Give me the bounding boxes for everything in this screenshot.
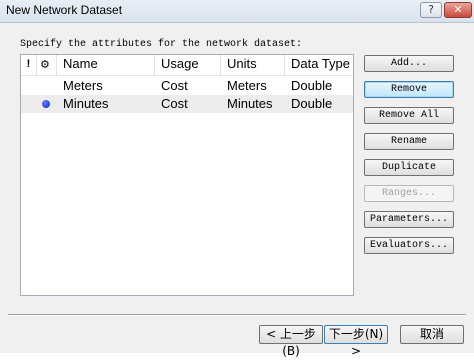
back-button[interactable]: < 上一步(B)	[259, 325, 323, 358]
next-button[interactable]: 下一步(N) >	[324, 325, 388, 358]
data-type-column-header[interactable]: Data Type	[285, 55, 353, 75]
evaluators-button[interactable]: Evaluators...	[364, 237, 454, 254]
warning-icon: !	[26, 58, 31, 70]
warning-column-header[interactable]: !	[21, 55, 37, 75]
attribute-data-type: Double	[291, 78, 333, 93]
table-row[interactable]: Meters Cost Meters Double	[21, 77, 353, 95]
attributes-list[interactable]: ! ⚙ Name Usage Units Data Type Meters Co…	[20, 54, 354, 296]
list-header: ! ⚙ Name Usage Units Data Type	[21, 55, 353, 76]
footer-separator	[8, 314, 466, 316]
parameters-button[interactable]: Parameters...	[364, 211, 454, 228]
new-network-dataset-dialog: New Network Dataset ? ✕ Specify the attr…	[0, 0, 474, 358]
gear-icon: ⚙	[40, 58, 50, 71]
title-bar: New Network Dataset ? ✕	[0, 0, 474, 23]
default-column-header[interactable]: ⚙	[37, 55, 57, 75]
default-attribute-icon	[42, 100, 50, 108]
attribute-data-type: Double	[291, 96, 333, 111]
remove-button[interactable]: Remove	[364, 81, 454, 98]
close-button[interactable]: ✕	[444, 2, 472, 18]
attribute-units: Meters	[227, 78, 267, 93]
ranges-button[interactable]: Ranges...	[364, 185, 454, 202]
units-column-header[interactable]: Units	[221, 55, 285, 75]
instruction-label: Specify the attributes for the network d…	[20, 39, 303, 50]
attribute-units: Minutes	[227, 96, 273, 111]
attribute-usage: Cost	[161, 96, 188, 111]
rename-button[interactable]: Rename	[364, 133, 454, 150]
add-button[interactable]: Add...	[364, 55, 454, 72]
attribute-name: Meters	[63, 78, 103, 93]
remove-all-button[interactable]: Remove All	[364, 107, 454, 124]
name-column-header[interactable]: Name	[57, 55, 155, 75]
table-row[interactable]: Minutes Cost Minutes Double	[21, 95, 353, 113]
usage-column-header[interactable]: Usage	[155, 55, 221, 75]
attribute-name: Minutes	[63, 96, 109, 111]
cancel-button[interactable]: 取消	[400, 325, 464, 344]
duplicate-button[interactable]: Duplicate	[364, 159, 454, 176]
window-title: New Network Dataset	[6, 3, 123, 17]
attribute-usage: Cost	[161, 78, 188, 93]
help-button[interactable]: ?	[420, 2, 442, 18]
